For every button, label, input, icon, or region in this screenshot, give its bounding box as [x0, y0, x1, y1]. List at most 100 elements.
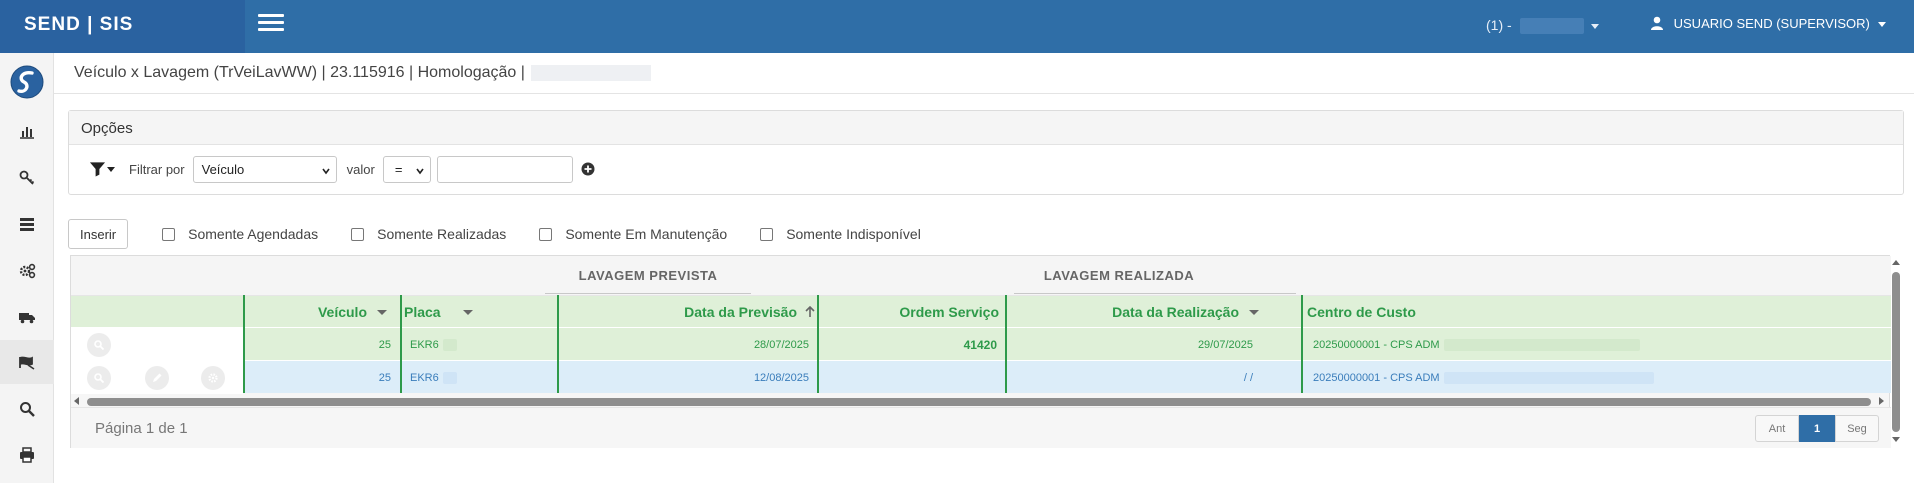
scroll-right-icon[interactable]: [1879, 397, 1884, 405]
column-label: Ordem Serviço: [899, 304, 999, 320]
column-separator: [557, 295, 559, 393]
top-navbar: SEND | SIS (1) - USUARIO SEND (SUPERVISO…: [0, 0, 1914, 53]
check-somente-realizadas[interactable]: Somente Realizadas: [351, 226, 506, 242]
car-wash-icon: [19, 356, 35, 370]
chevron-down-icon: [1591, 23, 1600, 29]
horizontal-scrollbar[interactable]: [71, 395, 1891, 407]
sort-desc-icon: [462, 309, 473, 315]
group-underline: [1014, 293, 1296, 294]
sidebar-item-washing[interactable]: [0, 340, 54, 384]
sidebar-item-reports[interactable]: [0, 109, 54, 153]
group-underline: [545, 293, 751, 294]
checkbox[interactable]: [539, 227, 553, 241]
scroll-thumb[interactable]: [87, 398, 1871, 406]
scroll-thumb[interactable]: [1892, 272, 1900, 432]
check-label: Somente Indisponível: [786, 226, 921, 242]
check-somente-agendadas[interactable]: Somente Agendadas: [162, 226, 318, 242]
column-label: Data da Previsão: [684, 304, 797, 320]
column-data-realizacao[interactable]: Data da Realização: [1007, 296, 1259, 328]
column-label: Veículo: [317, 304, 367, 320]
view-button[interactable]: [87, 333, 111, 357]
value-label: valor: [346, 161, 375, 177]
sidebar-item-search[interactable]: [0, 387, 54, 431]
chevron-down-icon: [416, 168, 424, 174]
group-lavagem-realizada: LAVAGEM REALIZADA: [1043, 268, 1195, 283]
filter-label: Filtrar por: [129, 161, 185, 177]
page-title: Veículo x Lavagem (TrVeiLavWW) | 23.1159…: [74, 64, 651, 82]
company-selector[interactable]: (1) -: [1486, 17, 1600, 35]
page-1-button[interactable]: 1: [1799, 415, 1835, 442]
truck-icon: [19, 313, 35, 324]
edit-button[interactable]: [145, 366, 169, 390]
chevron-down-icon: [1877, 22, 1886, 28]
filter-value-input[interactable]: [436, 155, 573, 183]
sidebar-item-access[interactable]: [0, 156, 54, 200]
column-label: Data da Realização: [1112, 304, 1239, 320]
operator-select[interactable]: =: [382, 155, 431, 183]
column-separator: [1301, 295, 1303, 393]
sidebar-item-print[interactable]: [0, 433, 54, 477]
placa-text: EKR6: [410, 371, 439, 384]
sort-desc-icon: [377, 309, 387, 315]
redacted-placa: [442, 338, 457, 351]
scroll-left-icon[interactable]: [74, 397, 79, 405]
page-info: Página 1 de 1: [95, 420, 188, 437]
print-icon: [20, 447, 34, 463]
table-row[interactable]: 25 EKR6 12/08/2025 / / 20250000001 - CPS…: [71, 360, 1891, 394]
sort-desc-icon: [1249, 309, 1259, 315]
filter-icon: [89, 162, 106, 177]
grid-footer: Página 1 de 1 Ant 1 Seg: [71, 407, 1891, 448]
chevron-down-icon: [107, 166, 115, 172]
column-ordem-servico[interactable]: Ordem Serviço: [819, 296, 999, 328]
next-page-button[interactable]: Seg: [1835, 415, 1879, 442]
column-placa[interactable]: Placa: [402, 296, 556, 328]
checkbox[interactable]: [162, 227, 176, 241]
app-logo-icon: [10, 65, 44, 99]
checkbox[interactable]: [351, 227, 365, 241]
add-filter-icon[interactable]: [581, 162, 595, 176]
view-button[interactable]: [87, 366, 111, 390]
cell-ordem-servico[interactable]: 41420: [819, 328, 997, 361]
column-header-row: Veículo Placa Data da Previsão Ordem Ser…: [71, 295, 1891, 327]
toolbar: Inserir Somente Agendadas Somente Realiz…: [68, 219, 921, 249]
insert-button[interactable]: Inserir: [68, 219, 129, 249]
column-separator: [817, 295, 819, 393]
key-icon: [19, 170, 35, 185]
row-actions: [71, 328, 243, 361]
column-data-previsao[interactable]: Data da Previsão: [559, 296, 815, 328]
filter-row: Filtrar por Veículo valor =: [89, 155, 595, 183]
filter-field-select[interactable]: Veículo: [192, 155, 337, 183]
sidebar-item-fleet[interactable]: [0, 295, 54, 339]
scroll-up-icon[interactable]: [1892, 260, 1900, 265]
sidebar-item-registry[interactable]: [0, 202, 54, 246]
checkbox[interactable]: [760, 227, 774, 241]
column-centro-custo[interactable]: Centro de Custo: [1307, 296, 1607, 328]
column-veiculo[interactable]: Veículo: [243, 296, 391, 328]
search-icon: [94, 340, 105, 351]
check-somente-indisponivel[interactable]: Somente Indisponível: [760, 226, 921, 242]
settings-button[interactable]: [201, 366, 225, 390]
check-label: Somente Em Manutenção: [565, 226, 728, 242]
sidebar-item-settings[interactable]: [0, 249, 54, 293]
pagination: Ant 1 Seg: [1755, 415, 1879, 442]
search-icon: [20, 402, 35, 417]
table-row[interactable]: 25 EKR6 28/07/2025 41420 29/07/2025 2025…: [71, 327, 1891, 361]
scroll-down-icon[interactable]: [1892, 437, 1900, 442]
cell-placa: EKR6: [410, 328, 550, 361]
cell-data-realizacao: 29/07/2025: [1197, 338, 1253, 351]
user-menu[interactable]: USUARIO SEND (SUPERVISOR): [1650, 16, 1886, 31]
check-somente-em-manutencao[interactable]: Somente Em Manutenção: [539, 226, 727, 242]
centro-text: 20250000001 - CPS ADM: [1313, 338, 1440, 351]
filter-field-value: Veículo: [201, 161, 245, 177]
placa-text: EKR6: [410, 338, 439, 351]
cell-ordem-servico[interactable]: [819, 361, 997, 394]
filter-dropdown-button[interactable]: [89, 160, 115, 178]
options-panel: Opções Filtrar por Veículo valor =: [68, 110, 1904, 195]
brand-logo[interactable]: SEND | SIS: [0, 0, 245, 53]
search-icon: [94, 373, 105, 384]
vertical-scrollbar[interactable]: [1890, 257, 1902, 447]
cogs-icon: [19, 263, 36, 279]
redacted-environment: [530, 64, 651, 81]
menu-toggle-icon[interactable]: [258, 14, 284, 32]
prev-page-button[interactable]: Ant: [1755, 415, 1799, 442]
